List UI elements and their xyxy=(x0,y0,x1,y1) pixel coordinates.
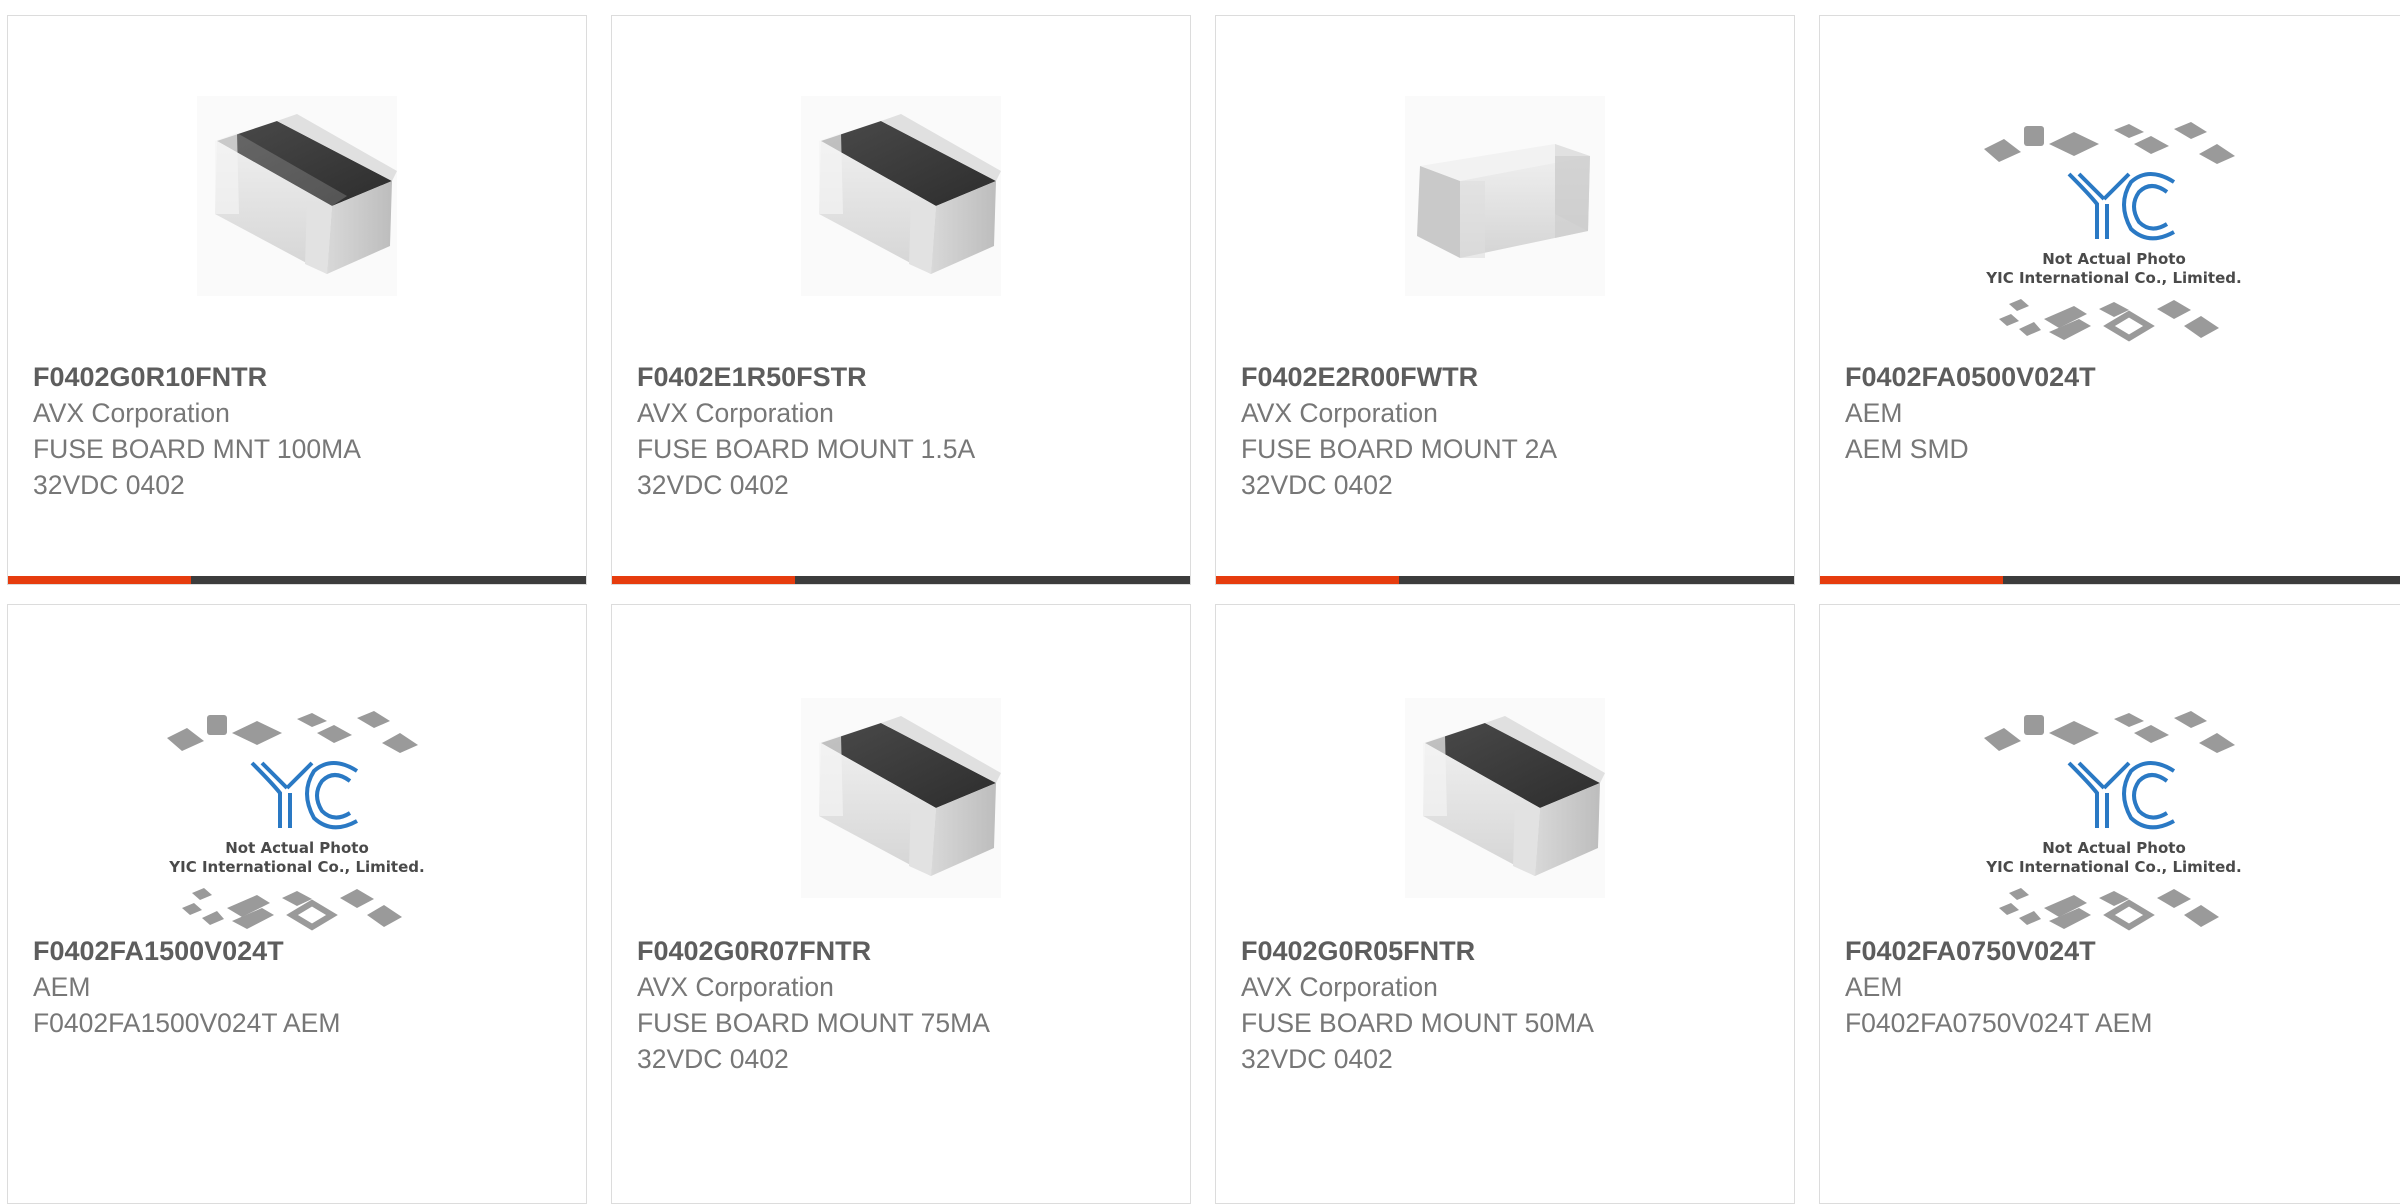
description-line: AEM SMD xyxy=(1845,434,1969,464)
yic-placeholder-icon: Not Actual Photo YIC International Co., … xyxy=(167,710,425,930)
accent-segment xyxy=(1216,576,1399,584)
yic-placeholder-icon: Not Actual Photo YIC International Co., … xyxy=(1984,121,2242,341)
description-line: 32VDC 0402 xyxy=(637,470,789,500)
description-line: FUSE BOARD MOUNT 50MA xyxy=(1241,1008,1594,1038)
card-accent-bar xyxy=(1216,576,1794,584)
product-image[interactable]: Not Actual Photo YIC International Co., … xyxy=(1820,101,2400,356)
product-card[interactable]: Not Actual Photo YIC International Co., … xyxy=(7,604,587,1204)
manufacturer: AEM xyxy=(33,972,91,1002)
product-image[interactable] xyxy=(612,673,1190,923)
part-number[interactable]: F0402G0R05FNTR xyxy=(1241,933,1774,969)
description-line: FUSE BOARD MOUNT 2A xyxy=(1241,434,1558,464)
product-card[interactable]: F0402G0R07FNTR AVX Corporation FUSE BOAR… xyxy=(611,604,1191,1204)
description-line: F0402FA1500V024T AEM xyxy=(33,1008,341,1038)
product-card[interactable]: F0402E2R00FWTR AVX Corporation FUSE BOAR… xyxy=(1215,15,1795,585)
card-accent-bar xyxy=(612,576,1190,584)
product-card[interactable]: Not Actual Photo YIC International Co., … xyxy=(1819,604,2400,1204)
manufacturer: AVX Corporation xyxy=(1241,398,1438,428)
chip-fuse-icon xyxy=(1405,96,1605,296)
part-number[interactable]: F0402FA1500V024T xyxy=(33,933,566,969)
placeholder-caption: Not Actual Photo xyxy=(225,839,369,857)
manufacturer: AVX Corporation xyxy=(1241,972,1438,1002)
yic-placeholder-icon: Not Actual Photo YIC International Co., … xyxy=(1984,710,2242,930)
description-line: 32VDC 0402 xyxy=(1241,1044,1393,1074)
placeholder-caption: YIC International Co., Limited. xyxy=(1985,858,2241,876)
product-card[interactable]: F0402G0R05FNTR AVX Corporation FUSE BOAR… xyxy=(1215,604,1795,1204)
description-line: 32VDC 0402 xyxy=(637,1044,789,1074)
manufacturer: AVX Corporation xyxy=(33,398,230,428)
part-number[interactable]: F0402E1R50FSTR xyxy=(637,359,1170,395)
description-line: FUSE BOARD MOUNT 75MA xyxy=(637,1008,990,1038)
description-line: F0402FA0750V024T AEM xyxy=(1845,1008,2153,1038)
description-line: FUSE BOARD MOUNT 1.5A xyxy=(637,434,976,464)
description-line: 32VDC 0402 xyxy=(1241,470,1393,500)
product-image[interactable]: Not Actual Photo YIC International Co., … xyxy=(1820,690,2400,945)
card-accent-bar xyxy=(8,576,586,584)
accent-segment xyxy=(8,576,191,584)
product-card[interactable]: F0402G0R10FNTR AVX Corporation FUSE BOAR… xyxy=(7,15,587,585)
product-image[interactable]: Not Actual Photo YIC International Co., … xyxy=(8,690,586,945)
placeholder-caption: YIC International Co., Limited. xyxy=(1985,269,2241,287)
placeholder-caption: YIC International Co., Limited. xyxy=(168,858,424,876)
manufacturer: AEM xyxy=(1845,972,1903,1002)
manufacturer: AEM xyxy=(1845,398,1903,428)
manufacturer: AVX Corporation xyxy=(637,398,834,428)
product-image[interactable] xyxy=(612,71,1190,321)
description-line: FUSE BOARD MNT 100MA xyxy=(33,434,361,464)
part-number[interactable]: F0402FA0500V024T xyxy=(1845,359,2388,395)
accent-segment xyxy=(1820,576,2003,584)
part-number[interactable]: F0402FA0750V024T xyxy=(1845,933,2388,969)
product-image[interactable] xyxy=(1216,673,1794,923)
part-number[interactable]: F0402E2R00FWTR xyxy=(1241,359,1774,395)
part-number[interactable]: F0402G0R07FNTR xyxy=(637,933,1170,969)
manufacturer: AVX Corporation xyxy=(637,972,834,1002)
part-number[interactable]: F0402G0R10FNTR xyxy=(33,359,566,395)
product-image[interactable] xyxy=(1216,71,1794,321)
placeholder-caption: Not Actual Photo xyxy=(2042,250,2186,268)
description-line: 32VDC 0402 xyxy=(33,470,185,500)
product-card[interactable]: Not Actual Photo YIC International Co., … xyxy=(1819,15,2400,585)
product-image[interactable] xyxy=(8,71,586,321)
card-accent-bar xyxy=(1820,576,2400,584)
chip-resistor-icon xyxy=(1405,698,1605,898)
accent-segment xyxy=(612,576,795,584)
product-card[interactable]: F0402E1R50FSTR AVX Corporation FUSE BOAR… xyxy=(611,15,1191,585)
chip-resistor-icon xyxy=(197,96,397,296)
chip-resistor-icon xyxy=(801,698,1001,898)
chip-resistor-icon xyxy=(801,96,1001,296)
placeholder-caption: Not Actual Photo xyxy=(2042,839,2186,857)
